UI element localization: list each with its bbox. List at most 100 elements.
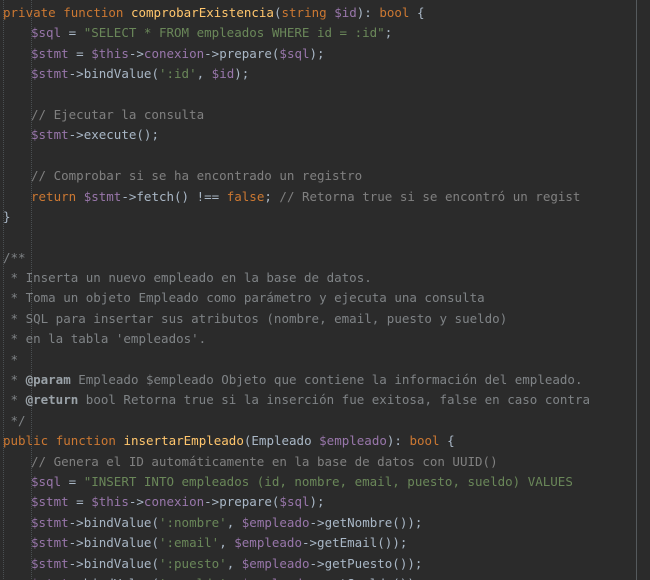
code-token-pln: getSueldo (325, 576, 393, 580)
code-token-pln: ; (264, 188, 280, 204)
code-token-var: $this (91, 494, 129, 510)
code-token-pln: -> (204, 45, 220, 61)
code-token-kw: bool (379, 5, 410, 20)
code-token-var: $id (211, 66, 235, 82)
code-line[interactable]: $stmt = $this->conexion->prepare($sql); (0, 492, 650, 512)
code-token-var: $stmt (31, 576, 69, 580)
code-line-blank[interactable] (0, 227, 650, 247)
code-token-dcmt: Empleado $empleado Objeto que contiene l… (70, 372, 583, 388)
code-token-kw: bool (409, 433, 440, 449)
code-token-pln: getNombre (324, 514, 393, 530)
code-token-pln: -> (68, 127, 84, 143)
code-line[interactable]: * en la tabla 'empleados'. (0, 329, 650, 349)
source-code-text[interactable]: private function comprobarExistencia(str… (0, 3, 650, 580)
code-token-pln: -> (68, 66, 84, 82)
code-token-pln: = (68, 45, 92, 61)
code-token-dcmt: */ (3, 412, 26, 428)
code-token-pln: { (409, 5, 425, 20)
code-line-blank[interactable] (0, 85, 650, 105)
code-token-kw: string (281, 5, 327, 20)
code-token-pln: ()); (377, 535, 408, 551)
code-token-dtag: @return (25, 392, 79, 408)
code-token-str: ':nombre' (158, 514, 227, 530)
code-token-dcmt: * Inserta un nuevo empleado en la base d… (3, 270, 372, 286)
code-line[interactable]: * @return bool Retorna true si la inserc… (0, 390, 650, 410)
code-line[interactable]: * (0, 350, 650, 370)
code-line[interactable]: $stmt->bindValue(':email', $empleado->ge… (0, 533, 650, 553)
code-line[interactable]: $sql = "INSERT INTO empleados (id, nombr… (0, 472, 650, 492)
code-token-str: ':id' (158, 66, 197, 82)
code-token-var: $sql (31, 25, 62, 41)
code-line[interactable]: * @param Empleado $empleado Objeto que c… (0, 370, 650, 390)
code-token-pln: ( (151, 514, 159, 530)
code-line[interactable]: $stmt->bindValue(':nombre', $empleado->g… (0, 513, 650, 533)
code-line[interactable]: return $stmt->fetch() !== false; // Reto… (0, 187, 650, 207)
code-token-var: $stmt (31, 45, 69, 61)
code-line[interactable]: // Comprobar si se ha encontrado un regi… (0, 166, 650, 186)
code-token-pln: -> (68, 514, 84, 530)
code-token-var: $empleado (242, 576, 310, 580)
code-line[interactable]: // Ejecutar la consulta (0, 105, 650, 125)
code-token-var: $stmt (31, 494, 69, 510)
code-token-pln: bindValue (83, 555, 152, 571)
code-token-pln: -> (128, 494, 144, 510)
code-token-fn: insertarEmpleado (123, 433, 244, 449)
code-token-kw: function (63, 5, 124, 20)
code-token-pln (312, 433, 320, 448)
code-token-var: $stmt (83, 188, 122, 204)
code-line-blank[interactable] (0, 146, 650, 166)
code-editor-viewport[interactable]: private function comprobarExistencia(str… (0, 0, 650, 580)
code-line[interactable]: * SQL para insertar sus atributos (nombr… (0, 309, 650, 329)
code-token-pln: , (219, 535, 235, 551)
code-token-pln: , (226, 514, 242, 530)
code-line[interactable]: private function comprobarExistencia(str… (0, 3, 650, 23)
code-token-pln: ( (151, 555, 159, 571)
code-line[interactable]: */ (0, 411, 650, 431)
code-line[interactable]: /** (0, 248, 650, 268)
code-token-pln: = (68, 494, 92, 510)
code-token-cmt: // Retorna true si se encontró un regist (279, 188, 581, 204)
code-token-cmt: // Comprobar si se ha encontrado un regi… (31, 168, 363, 184)
code-line[interactable]: * Inserta un nuevo empleado en la base d… (0, 268, 650, 288)
code-token-var: $stmt (31, 514, 69, 530)
code-token-pln: -> (310, 576, 325, 580)
code-line[interactable]: $stmt->execute(); (0, 125, 650, 145)
code-token-pln: (); (136, 127, 159, 143)
code-line[interactable]: } (0, 207, 650, 227)
code-token-pln: ( (151, 576, 159, 580)
code-token-pln: bindValue (83, 66, 152, 82)
code-token-pln: () (174, 188, 197, 204)
code-token-pln: ( (151, 66, 159, 82)
code-token-pln: bindValue (83, 514, 152, 530)
code-token-kw: public (3, 433, 49, 449)
code-line[interactable]: $sql = "SELECT * FROM empleados WHERE id… (0, 23, 650, 43)
code-line[interactable]: * Toma un objeto Empleado como parámetro… (0, 288, 650, 308)
code-token-var: $this (91, 45, 129, 61)
code-token-pln: { (439, 433, 455, 449)
code-token-dcmt: * (3, 372, 26, 388)
code-token-pln: ); (309, 45, 325, 61)
code-token-pln: ()); (392, 576, 422, 580)
code-token-str: ':sueldo' (159, 576, 227, 580)
code-token-pln: ()); (392, 555, 423, 571)
code-line[interactable]: // Genera el ID automáticamente en la ba… (0, 452, 650, 472)
code-line[interactable]: public function insertarEmpleado(Emplead… (0, 431, 650, 451)
code-token-pln: ; (384, 25, 393, 41)
code-token-var: $empleado (241, 514, 310, 530)
code-line[interactable]: $stmt->bindValue(':puesto', $empleado->g… (0, 554, 650, 574)
code-token-dcmt: * (3, 351, 19, 367)
code-token-cmt: // Ejecutar la consulta (31, 106, 205, 122)
code-line[interactable]: $stmt->bindValue(':sueldo', $empleado->g… (0, 574, 650, 580)
code-token-kw: return (31, 188, 77, 204)
code-token-var: $empleado (234, 535, 302, 551)
code-line[interactable]: $stmt->bindValue(':id', $id); (0, 64, 650, 84)
code-token-pln: = (61, 25, 84, 41)
code-line[interactable]: $stmt = $this->conexion->prepare($sql); (0, 44, 650, 64)
code-token-pln (48, 433, 56, 448)
code-token-pln: -> (309, 514, 325, 530)
code-token-pln: prepare (219, 494, 272, 510)
code-token-kw: function (55, 433, 116, 449)
code-token-pln: -> (68, 555, 84, 571)
code-token-var: $empleado (319, 433, 387, 449)
code-token-pln: ); (234, 66, 250, 82)
